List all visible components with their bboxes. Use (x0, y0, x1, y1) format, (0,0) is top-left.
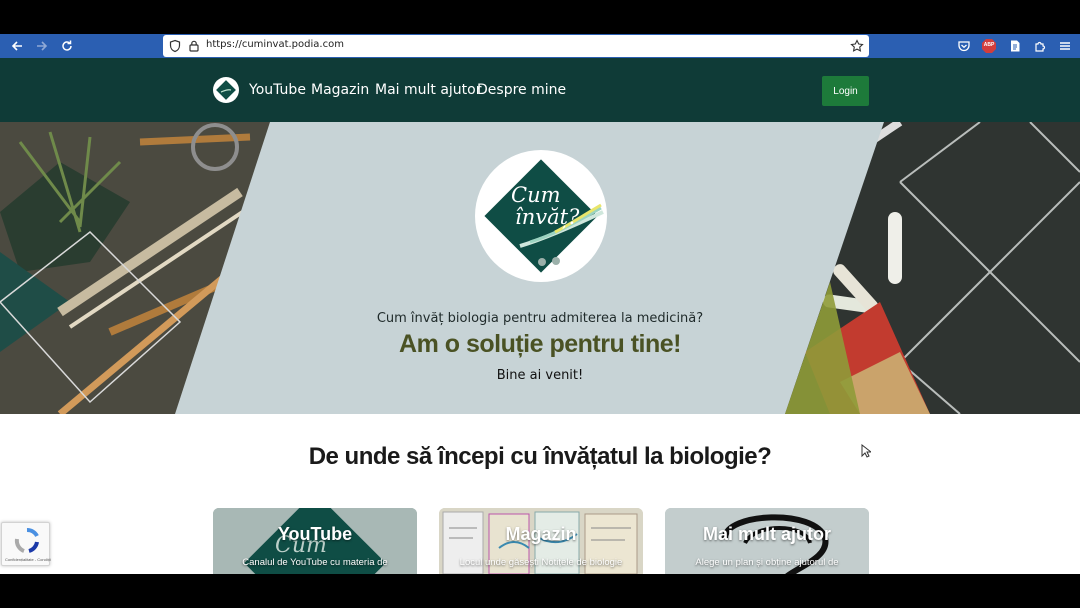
mouse-cursor-icon (861, 443, 873, 463)
recaptcha-badge[interactable]: Confidențialitate - Condiții (1, 522, 51, 566)
hero-subtitle: Cum învăț biologia pentru admiterea la m… (376, 311, 704, 326)
reader-icon[interactable] (1006, 37, 1024, 55)
address-bar[interactable]: https://cuminvat.podia.com (163, 35, 869, 57)
reload-icon[interactable] (58, 37, 76, 55)
extensions-icon[interactable] (1031, 37, 1049, 55)
site-header: YouTube Magazin Mai mult ajutor Despre m… (0, 58, 1080, 122)
adblock-icon[interactable]: ABP (980, 37, 998, 55)
recaptcha-footer[interactable]: Confidențialitate - Condiții (5, 557, 51, 562)
card-magazin-title: Magazin (505, 524, 577, 544)
hero-headline: Am o soluție pentru tine! (399, 330, 681, 358)
hero-logo: Cum învăț? (475, 150, 607, 282)
login-button[interactable]: Login (822, 76, 869, 106)
adblock-badge: ABP (983, 42, 995, 48)
screen: https://cuminvat.podia.com ABP YouTube M… (0, 0, 1080, 608)
nav-link-magazin[interactable]: Magazin (311, 82, 369, 98)
nav-link-youtube[interactable]: YouTube (249, 82, 306, 98)
browser-toolbar: https://cuminvat.podia.com ABP (0, 34, 1080, 58)
nav-link-mai-mult-ajutor[interactable]: Mai mult ajutor (375, 82, 482, 98)
hero-logo-line1: Cum (511, 183, 561, 207)
intro-section: De unde să începi cu învățatul la biolog… (0, 414, 1080, 574)
card-ajutor-title: Mai mult ajutor (702, 524, 831, 544)
hero-logo-line2: învăț? (515, 205, 580, 229)
site-logo[interactable] (213, 77, 239, 103)
forward-icon[interactable] (33, 37, 51, 55)
nav-link-despre-mine[interactable]: Despre mine (477, 82, 566, 98)
card-magazin-desc: Locul unde găsești Notițele de biologie (459, 557, 623, 568)
card-youtube-title: YouTube (277, 524, 353, 544)
recaptcha-icon (14, 528, 39, 553)
bookmark-star-icon[interactable] (850, 39, 864, 53)
hero-welcome: Bine ai venit! (496, 368, 584, 383)
section-title: De unde să începi cu învățatul la biolog… (308, 443, 772, 470)
back-icon[interactable] (8, 37, 26, 55)
lock-icon[interactable] (187, 39, 201, 53)
card-youtube-desc: Canalul de YouTube cu materia de (242, 557, 388, 568)
pocket-icon[interactable] (955, 37, 973, 55)
shield-icon[interactable] (168, 39, 182, 53)
menu-icon[interactable] (1056, 37, 1074, 55)
card-mai-mult-ajutor[interactable]: Mai mult ajutor Alege un plan și obține … (665, 508, 869, 574)
card-youtube[interactable]: Cum YouTube Canalul de YouTube cu materi… (213, 508, 417, 574)
card-ajutor-desc: Alege un plan și obține ajutorul de (695, 557, 839, 568)
card-magazin[interactable]: Magazin Locul unde găsești Notițele de b… (439, 508, 643, 574)
hero-banner: Cum învăț? Cum învăț biologia pentru adm… (0, 122, 1080, 414)
url-text[interactable]: https://cuminvat.podia.com (206, 39, 344, 50)
